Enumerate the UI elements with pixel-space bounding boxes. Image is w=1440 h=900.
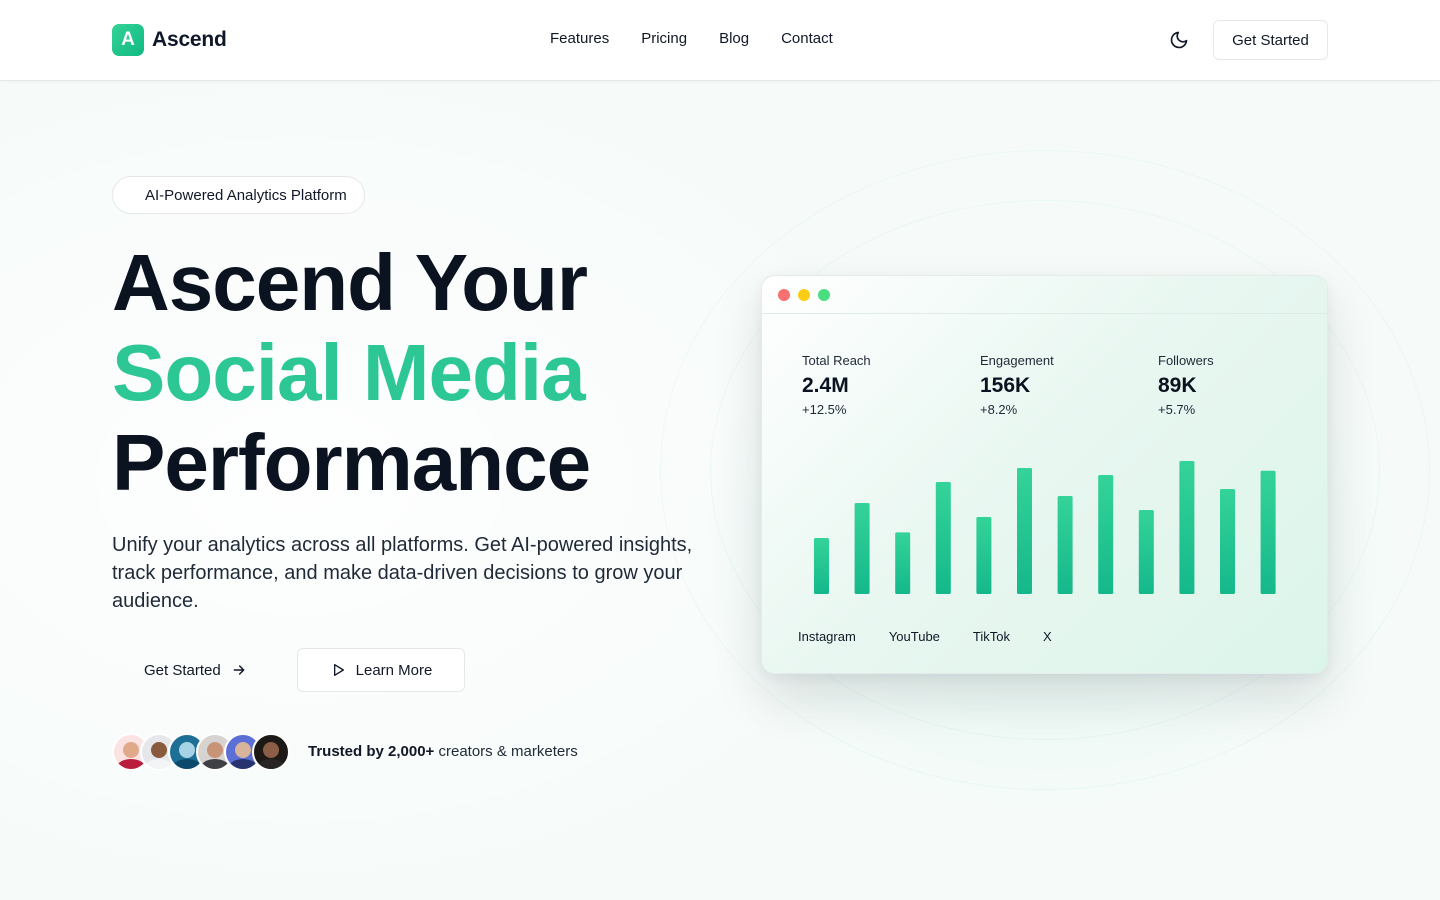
chart-bar (1260, 470, 1276, 594)
theme-toggle-button[interactable] (1165, 26, 1193, 54)
brand-name: Ascend (152, 28, 227, 51)
moon-icon (1170, 31, 1188, 49)
chart-bar (854, 503, 870, 594)
learn-more-label: Learn More (355, 661, 433, 679)
logo-mark: A (112, 24, 144, 56)
hero-subtext: Unify your analytics across all platform… (112, 534, 693, 612)
chart-bar (1098, 475, 1114, 594)
trust-text-rest: creators & marketers (434, 743, 578, 760)
hero-get-started-label: Get Started (144, 661, 221, 679)
nav-link-blog[interactable]: Blog (719, 30, 749, 47)
avatar (252, 733, 290, 771)
nav-link-features[interactable]: Features (550, 30, 609, 47)
chart-bar (1220, 489, 1235, 594)
hero-badge: AI-Powered Analytics Platform (112, 176, 365, 214)
chart-bar (1138, 510, 1154, 594)
platform-list: Instagram YouTube TikTok X (798, 629, 1052, 644)
brand-logo[interactable]: A Ascend (112, 24, 227, 56)
chart-bar (1179, 461, 1195, 594)
platform-label-youtube[interactable]: YouTube (889, 629, 940, 644)
avatar-stack (112, 733, 290, 771)
platform-label-tiktok[interactable]: TikTok (973, 629, 1010, 644)
arrow-right-icon (233, 665, 245, 675)
chart-bar (935, 482, 951, 594)
performance-bar-chart (814, 461, 1276, 594)
chart-bar (1017, 468, 1032, 594)
platform-label-instagram[interactable]: Instagram (798, 629, 856, 644)
trust-text-bold: Trusted by 2,000+ (308, 743, 435, 760)
platform-label-x[interactable]: X (1043, 629, 1052, 644)
nav-link-pricing[interactable]: Pricing (641, 30, 687, 47)
chart-bar (1057, 496, 1073, 594)
main-nav: Features Pricing Blog Contact (550, 30, 833, 47)
top-navbar: A Ascend Features Pricing Blog Contact G… (0, 0, 1440, 81)
nav-link-contact[interactable]: Contact (781, 30, 833, 47)
hero-headline: Ascend Your Social Media Performance (112, 238, 591, 508)
chart-bar (814, 538, 829, 594)
chart-bar (976, 517, 992, 594)
play-icon (333, 664, 344, 676)
header-get-started-button[interactable]: Get Started (1213, 20, 1328, 60)
dashboard-preview-card: Total Reach 2.4M +12.5% Engagement 156K … (761, 275, 1328, 674)
headline-line-3: Performance (112, 418, 591, 507)
learn-more-button[interactable]: Learn More (297, 648, 465, 692)
hero-get-started-button[interactable]: Get Started (112, 648, 279, 692)
headline-line-2: Social Media (112, 328, 586, 417)
chart-bar (895, 532, 911, 594)
headline-line-1: Ascend Your (112, 238, 588, 327)
trust-text: Trusted by 2,000+ creators & marketers (308, 743, 578, 760)
